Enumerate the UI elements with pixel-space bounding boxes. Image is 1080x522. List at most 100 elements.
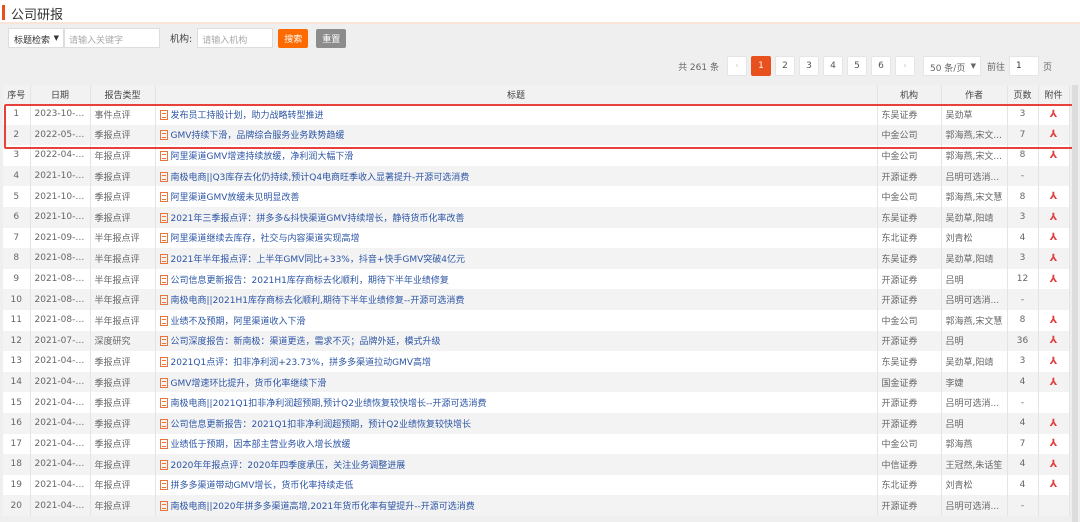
- search-mode-select[interactable]: 标题检索 ▼: [8, 28, 64, 48]
- page-5[interactable]: 5: [846, 56, 867, 76]
- pdf-icon[interactable]: ⅄: [1050, 274, 1058, 285]
- row-title-link[interactable]: 发布员工持股计划，助力战略转型推进: [155, 104, 878, 125]
- row-attachment: ⅄: [1038, 412, 1070, 434]
- pdf-icon[interactable]: ⅄: [1050, 459, 1058, 470]
- document-icon: [159, 295, 168, 306]
- page-size-select[interactable]: 50 条/页 ▼: [922, 56, 981, 76]
- row-title-link[interactable]: 南极电商||2020年拼多多渠道高增,2021年货币化率有望提升--开源可选消费: [155, 495, 878, 516]
- row-title-link[interactable]: 业绩不及预期，阿里渠道收入下滑: [155, 309, 878, 331]
- row-title[interactable]: 公司深度报告：新南极：渠道更迭，需求不灭；品牌外延，模式升级: [171, 337, 441, 347]
- row-index: 7: [3, 227, 31, 249]
- row-pages: 4: [1007, 227, 1039, 249]
- page-3[interactable]: 3: [798, 56, 819, 76]
- row-title[interactable]: 2021年三季报点评：拼多多&抖快渠道GMV持续增长，静待货币化率改善: [171, 214, 465, 224]
- page-2[interactable]: 2: [774, 56, 795, 76]
- row-title-link[interactable]: 南极电商||Q3库存去化仍持续,预计Q4电商旺季收入显著提升-开源可选消费: [155, 165, 878, 187]
- row-attachment: ⅄: [1038, 330, 1070, 352]
- row-title[interactable]: 南极电商||2021Q1扣非净利润超预期,预计Q2业绩恢复较快增长--开源可选消…: [171, 399, 487, 409]
- pdf-icon[interactable]: ⅄: [1050, 356, 1058, 367]
- row-date: 2021-08-31: [30, 248, 91, 269]
- row-title[interactable]: 公司信息更新报告：2021Q1扣非净利润超预期，预计Q2业绩恢复较快增长: [171, 420, 472, 430]
- row-index: 18: [3, 454, 31, 475]
- row-title-link[interactable]: GMV增速环比提升，货币化率继续下滑: [155, 371, 878, 393]
- pdf-icon[interactable]: ⅄: [1050, 191, 1058, 202]
- prev-page-button[interactable]: ‹: [726, 56, 747, 76]
- table-row: 18 2021-04-22 年报点评 2020年年报点评：2020年四季度承压，关注业…: [3, 454, 1070, 475]
- row-title[interactable]: 南极电商||Q3库存去化仍持续,预计Q4电商旺季收入显著提升-开源可选消费: [171, 173, 470, 183]
- table-row: 11 2021-08-30 半年报点评 业绩不及预期，阿里渠道收入下滑 中金公司 郭海燕,…: [3, 309, 1070, 331]
- row-pages: 7: [1007, 124, 1039, 146]
- row-title[interactable]: 阿里渠道GMV增速持续放缓，净利润大幅下滑: [171, 152, 354, 162]
- row-org: 东北证券: [877, 227, 942, 249]
- row-title[interactable]: 南极电商||2020年拼多多渠道高增,2021年货币化率有望提升--开源可选消费: [171, 502, 475, 512]
- row-title-link[interactable]: 阿里渠道继续去库存，社交与内容渠道实现高增: [155, 227, 878, 249]
- goto-page-input[interactable]: 1: [1008, 56, 1039, 76]
- search-button[interactable]: 搜索: [278, 28, 309, 48]
- table-row: 10 2021-08-30 半年报点评 南极电商||2021H1库存商标去化顺利,期待…: [3, 289, 1070, 310]
- row-type: 季报点评: [90, 206, 156, 228]
- row-title[interactable]: 2021年半年报点评：上半年GMV同比+33%，抖音+快手GMV突破4亿元: [171, 255, 466, 265]
- row-org: 中金公司: [877, 309, 942, 331]
- row-attachment: ⅄: [1038, 206, 1070, 228]
- row-title-link[interactable]: 2020年年报点评：2020年四季度承压，关注业务调整进展: [155, 454, 878, 475]
- pdf-icon[interactable]: ⅄: [1050, 315, 1058, 326]
- row-type: 半年报点评: [90, 268, 156, 290]
- row-title[interactable]: GMV增速环比提升，货币化率继续下滑: [171, 379, 327, 389]
- accent-bar: [2, 5, 5, 20]
- pdf-icon[interactable]: ⅄: [1050, 438, 1058, 449]
- row-org: 中金公司: [877, 145, 942, 166]
- pdf-icon[interactable]: ⅄: [1050, 377, 1058, 388]
- page-6[interactable]: 6: [870, 56, 891, 76]
- row-org: 东吴证券: [877, 104, 942, 125]
- row-org: 中金公司: [877, 433, 942, 455]
- page-4[interactable]: 4: [822, 56, 843, 76]
- row-title-link[interactable]: GMV持续下滑，品牌综合服务业务跌势趋缓: [155, 124, 878, 146]
- row-title-link[interactable]: 公司信息更新报告：2021H1库存商标去化顺利，期待下半年业绩修复: [155, 268, 878, 290]
- pdf-icon[interactable]: ⅄: [1050, 479, 1058, 490]
- pdf-icon[interactable]: ⅄: [1050, 109, 1058, 120]
- pdf-icon[interactable]: ⅄: [1050, 253, 1058, 264]
- column-header: 机构: [877, 85, 942, 104]
- row-title-link[interactable]: 南极电商||2021Q1扣非净利润超预期,预计Q2业绩恢复较快增长--开源可选消…: [155, 392, 878, 413]
- pdf-icon[interactable]: ⅄: [1050, 335, 1058, 346]
- row-title[interactable]: 发布员工持股计划，助力战略转型推进: [171, 111, 324, 121]
- scrollbar[interactable]: [1072, 85, 1078, 522]
- pdf-icon[interactable]: ⅄: [1050, 212, 1058, 223]
- row-title-link[interactable]: 公司信息更新报告：2021Q1扣非净利润超预期，预计Q2业绩恢复较快增长: [155, 412, 878, 434]
- row-title[interactable]: 南极电商||2021H1库存商标去化顺利,期待下半年业绩修复--开源可选消费: [171, 296, 465, 306]
- reset-button[interactable]: 重置: [316, 28, 347, 48]
- page-1[interactable]: 1: [750, 56, 771, 76]
- row-date: 2021-04-29: [30, 351, 91, 372]
- row-title[interactable]: 拼多多渠道带动GMV增长，货币化率持续走低: [171, 481, 354, 491]
- row-title[interactable]: 2021Q1点评：扣非净利润+23.73%，拼多多渠道拉动GMV高增: [171, 358, 431, 368]
- pdf-icon[interactable]: ⅄: [1050, 150, 1058, 161]
- pdf-icon[interactable]: ⅄: [1050, 129, 1058, 140]
- row-org: 开源证券: [877, 392, 942, 413]
- row-title-link[interactable]: 业绩低于预期，因本部主营业务收入增长放缓: [155, 433, 878, 455]
- row-title-link[interactable]: 阿里渠道GMV放缓未见明显改善: [155, 186, 878, 207]
- row-title-link[interactable]: 拼多多渠道带动GMV增长，货币化率持续走低: [155, 474, 878, 496]
- row-title-link[interactable]: 南极电商||2021H1库存商标去化顺利,期待下半年业绩修复--开源可选消费: [155, 289, 878, 310]
- next-page-button[interactable]: ›: [894, 56, 915, 76]
- row-title[interactable]: 公司信息更新报告：2021H1库存商标去化顺利，期待下半年业绩修复: [171, 276, 449, 286]
- row-title[interactable]: 2020年年报点评：2020年四季度承压，关注业务调整进展: [171, 461, 406, 471]
- row-index: 4: [3, 165, 31, 187]
- pdf-icon[interactable]: ⅄: [1050, 418, 1058, 429]
- row-title-link[interactable]: 2021年半年报点评：上半年GMV同比+33%，抖音+快手GMV突破4亿元: [155, 248, 878, 269]
- pdf-icon[interactable]: ⅄: [1050, 232, 1058, 243]
- row-title[interactable]: 阿里渠道继续去库存，社交与内容渠道实现高增: [171, 234, 360, 244]
- row-title[interactable]: 业绩低于预期，因本部主营业务收入增长放缓: [171, 440, 351, 450]
- row-attachment: [1038, 495, 1070, 516]
- row-title[interactable]: GMV持续下滑，品牌综合服务业务跌势趋缓: [171, 131, 345, 141]
- row-title-link[interactable]: 阿里渠道GMV增速持续放缓，净利润大幅下滑: [155, 145, 878, 166]
- row-title-link[interactable]: 2021Q1点评：扣非净利润+23.73%，拼多多渠道拉动GMV高增: [155, 351, 878, 372]
- row-title[interactable]: 阿里渠道GMV放缓未见明显改善: [171, 193, 300, 203]
- row-title-link[interactable]: 2021年三季报点评：拼多多&抖快渠道GMV持续增长，静待货币化率改善: [155, 206, 878, 228]
- keyword-input[interactable]: 请输入关键字: [64, 28, 160, 48]
- row-title-link[interactable]: 公司深度报告：新南极：渠道更迭，需求不灭；品牌外延，模式升级: [155, 330, 878, 352]
- org-input[interactable]: 请输入机构: [197, 28, 274, 48]
- document-icon: [159, 418, 168, 429]
- row-title[interactable]: 业绩不及预期，阿里渠道收入下滑: [171, 317, 306, 327]
- row-type: 季报点评: [90, 433, 156, 455]
- row-date: 2021-08-31: [30, 268, 91, 290]
